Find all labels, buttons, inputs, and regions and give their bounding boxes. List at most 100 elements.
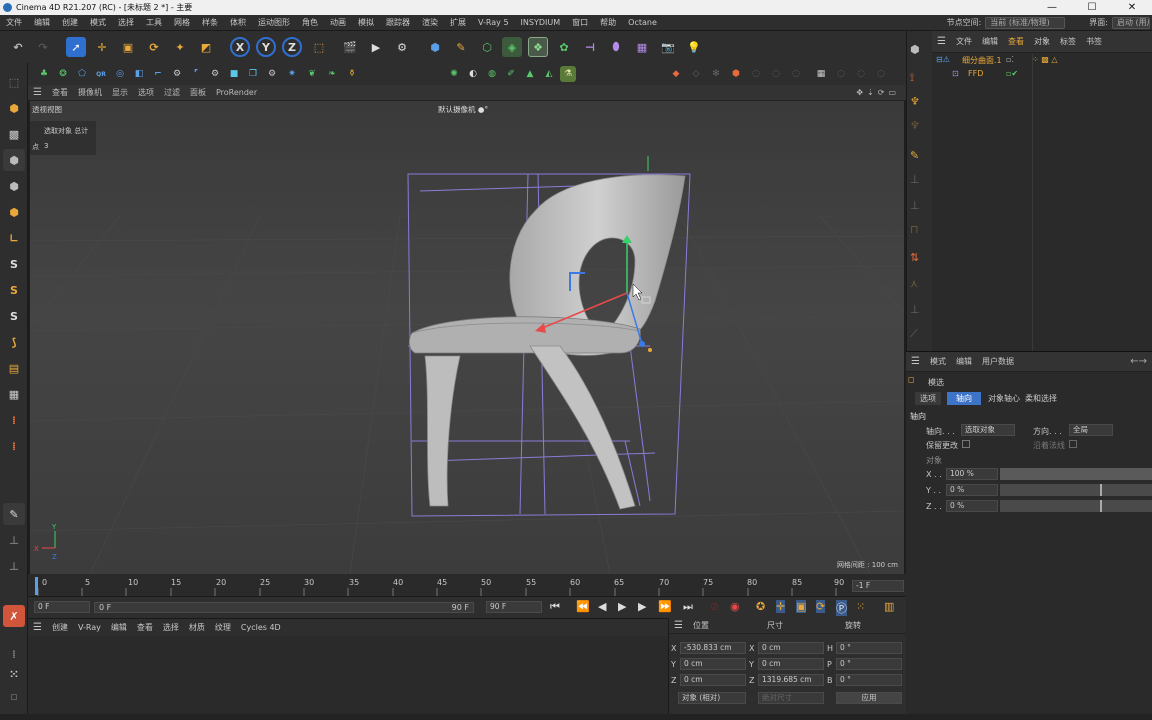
scale-tool-icon[interactable]: ▣ [118,37,138,57]
plugin-brush-icon[interactable]: ✐ [503,66,519,82]
environment-icon[interactable]: ⬮ [606,37,626,57]
menu-animate[interactable]: 动画 [324,17,352,28]
menu-extensions[interactable]: 扩展 [444,17,472,28]
viewport-nav-icons[interactable]: ✥⇣⟳▭ [856,88,906,97]
field-icon[interactable]: ⊣ [580,37,600,57]
timeline-ruler[interactable]: 0 5 10 15 20 25 30 35 40 45 50 55 60 65 … [28,574,906,596]
octane-tool10-icon[interactable]: ◌ [873,66,889,82]
plugin-cog3-icon[interactable]: ⚙ [264,66,280,82]
z-scale-field[interactable]: 0 % [946,500,998,512]
menu-mesh[interactable]: 网格 [168,17,196,28]
pos-y-field[interactable]: 0 cm [680,658,746,670]
keyframe-selection-icon[interactable]: ✪ [756,600,765,613]
polygon-mode-icon[interactable]: ⬢ [3,201,25,223]
deform-preview2-icon[interactable]: ⁞ [3,435,25,457]
tab-soft-selection[interactable]: 柔和选择 [1023,392,1059,405]
record-disabled-icon[interactable]: ⊘ [710,600,719,613]
next-key-icon[interactable]: ⏩ [658,600,672,613]
render-settings-icon[interactable]: ⚙ [392,37,412,57]
end-frame-field[interactable]: 90 F [486,601,542,613]
y-scale-slider[interactable] [1000,484,1152,496]
plugin-star-icon[interactable]: ✷ [284,66,300,82]
ik-tool3-icon[interactable]: ⟋ [910,327,930,347]
menu-file[interactable]: 文件 [0,17,28,28]
material-menu-edit[interactable]: 编辑 [106,622,132,633]
brush-tool-icon[interactable]: ✎ [910,149,930,169]
plugin-copy-icon[interactable]: ❐ [245,66,261,82]
paint-icon[interactable]: ✎ [3,503,25,525]
direction-dropdown[interactable]: 全局 [1069,424,1113,436]
viewport-menu-view[interactable]: 查看 [47,87,73,98]
generator-icon[interactable]: ◈ [502,37,522,57]
octane-grid-icon[interactable]: ▦ [813,66,829,82]
x-scale-field[interactable]: 100 % [946,468,998,480]
key-position-icon[interactable]: ✛ [776,600,786,613]
octane-tool8-icon[interactable]: ◌ [833,66,849,82]
key-scale-icon[interactable]: ▣ [796,600,807,613]
layout-dropdown[interactable]: 启动 (用户) [1112,16,1150,29]
points-icon[interactable]: ⁙ [3,663,25,685]
rig-tool2-icon[interactable]: ⊥ [910,199,930,219]
menu-create[interactable]: 创建 [56,17,84,28]
material-menu-select[interactable]: 选择 [158,622,184,633]
menu-vray[interactable]: V-Ray 5 [472,18,515,27]
octane-tool5-icon[interactable]: ◌ [748,66,764,82]
prev-key-icon[interactable]: ⏪ [576,600,590,613]
render-to-picture-viewer-icon[interactable]: ▶ [366,37,386,57]
material-menu-icon[interactable]: ☰ [28,622,47,633]
menu-insydium[interactable]: INSYDIUM [515,18,567,27]
keep-changes-checkbox[interactable] [962,440,970,448]
coordinate-system-icon[interactable]: ⬚ [309,37,329,57]
undo-icon[interactable]: ↶ [8,37,28,57]
point-mode-icon[interactable]: ⬢ [3,149,25,171]
select-tool-icon[interactable]: ➚ [66,37,86,57]
objmgr-menu-icon[interactable]: ☰ [932,36,951,47]
recent-tools-icon[interactable]: ✦ [170,37,190,57]
size-x-field[interactable]: 0 cm [758,642,824,654]
menu-mode[interactable]: 模式 [84,17,112,28]
plugin-splash-icon[interactable]: ✺ [446,66,462,82]
menu-help[interactable]: 帮助 [594,17,622,28]
coords-size-mode-dropdown[interactable]: 绝对尺寸 [758,692,824,704]
rot-b-field[interactable]: 0 ° [836,674,902,686]
cube-primitive-icon[interactable]: ⬢ [425,37,445,57]
axis-dropdown[interactable]: 选取对象 [961,424,1015,436]
plugin-leaf2-icon[interactable]: ❧ [324,66,340,82]
menu-character[interactable]: 角色 [296,17,324,28]
quantize-icon[interactable]: S [3,305,25,327]
plugin-toggle-icon[interactable]: ◐ [465,66,481,82]
objmgr-menu-tags[interactable]: 标签 [1055,36,1081,47]
objmgr-menu-view[interactable]: 查看 [1003,36,1029,47]
objects-tab-icon[interactable]: ⬢ [910,43,930,63]
object-name[interactable]: FFD [968,69,983,78]
viewport-menu-panel[interactable]: 面板 [185,87,211,98]
plugin-bracket-icon[interactable]: ⌜ [188,66,204,82]
plugin-grass-icon[interactable]: ◭ [541,66,557,82]
y-scale-field[interactable]: 0 % [946,484,998,496]
goto-end-icon[interactable]: ⏭ [683,600,693,614]
texture-mode-icon[interactable]: ▩ [3,123,25,145]
render-view-icon[interactable]: 🎬 [340,37,360,57]
material-menu-vray[interactable]: V-Ray [73,623,106,632]
viewport-menu-filter[interactable]: 过滤 [159,87,185,98]
plugin-drop-icon[interactable]: ◍ [484,66,500,82]
objmgr-menu-file[interactable]: 文件 [951,36,977,47]
coords-apply-button[interactable]: 应用 [836,692,902,704]
enabled-check-icon[interactable]: ▫✔ [1006,69,1018,78]
plugin-red-icon[interactable]: ✗ [3,605,25,627]
object-name[interactable]: 细分曲面.1 [962,55,1002,66]
weight-tool-icon[interactable]: ♆ [910,119,930,139]
attr-menu-icon[interactable]: ☰ [906,356,925,367]
plugin-vase-icon[interactable]: ⚗ [560,66,576,82]
key-rotation-icon[interactable]: ⟳ [816,600,826,613]
snap-settings-icon[interactable]: S [3,279,25,301]
move-tool-icon[interactable]: ✛ [92,37,112,57]
workplane-icon[interactable]: ▤ [3,357,25,379]
mirror-tool-icon[interactable]: ⇅ [910,251,930,271]
material-menu-create[interactable]: 创建 [47,622,73,633]
menu-tracker[interactable]: 跟踪器 [380,17,416,28]
minimize-button[interactable]: — [1032,2,1072,13]
size-y-field[interactable]: 0 cm [758,658,824,670]
size-z-field[interactable]: 1319.685 cm [758,674,824,686]
lock-workplane-icon[interactable]: ▦ [3,383,25,405]
